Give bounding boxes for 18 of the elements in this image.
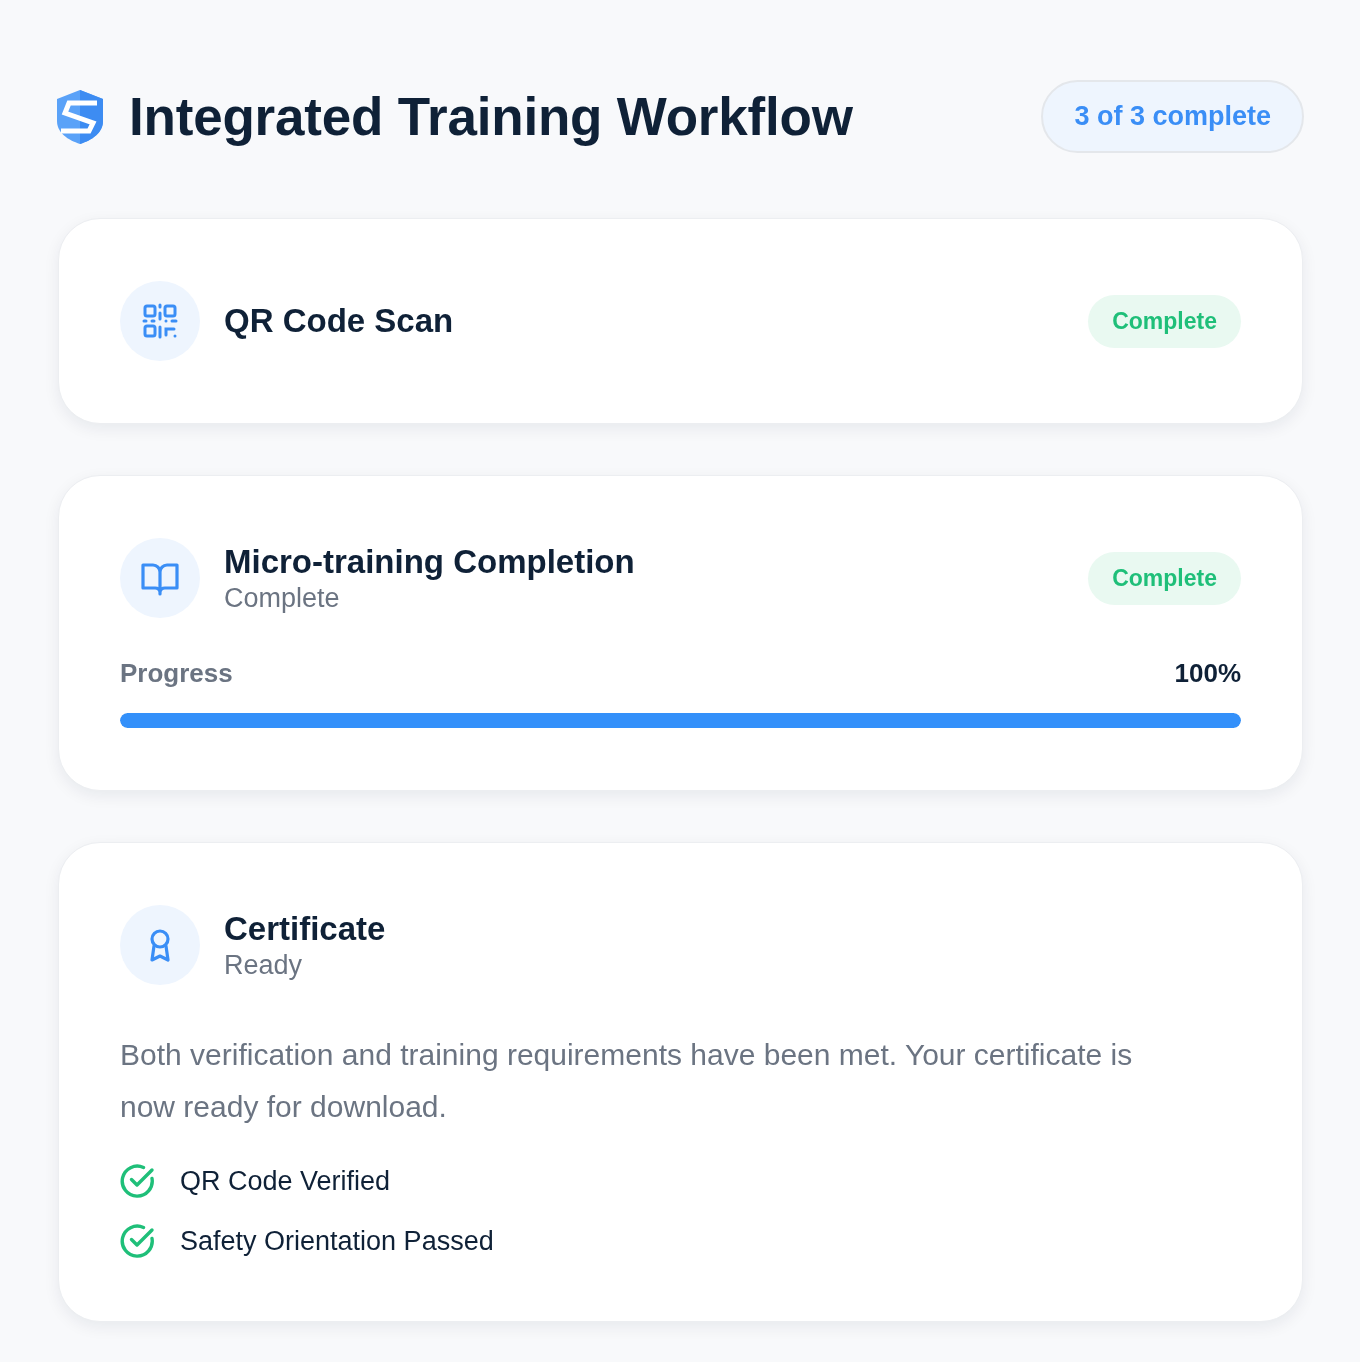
step-subtitle: Complete bbox=[224, 582, 340, 614]
step-title: Micro-training Completion bbox=[224, 542, 635, 581]
shield-logo-icon bbox=[55, 88, 105, 145]
book-icon bbox=[120, 538, 200, 618]
status-badge: Complete bbox=[1088, 294, 1241, 348]
checklist-item: QR Code Verified bbox=[180, 1165, 391, 1197]
checklist-item: Safety Orientation Passed bbox=[180, 1225, 494, 1257]
step-title: QR Code Scan bbox=[224, 302, 454, 340]
description-text: Both verification and training requirements have been met. Your certificate is now ready for download. bbox=[120, 1037, 1134, 1125]
qr-code-icon bbox=[120, 281, 200, 361]
award-ribbon-icon bbox=[120, 905, 200, 985]
progress-percent: 100% bbox=[1174, 658, 1241, 689]
status-badge: Complete bbox=[1088, 551, 1241, 605]
step-title: Certificate bbox=[224, 909, 386, 948]
progress-badge: 3 of 3 complete bbox=[1041, 80, 1304, 153]
step-subtitle: Ready bbox=[224, 949, 303, 981]
page-title: Integrated Training Workflow bbox=[129, 86, 853, 147]
progress-label: Progress bbox=[120, 658, 233, 689]
